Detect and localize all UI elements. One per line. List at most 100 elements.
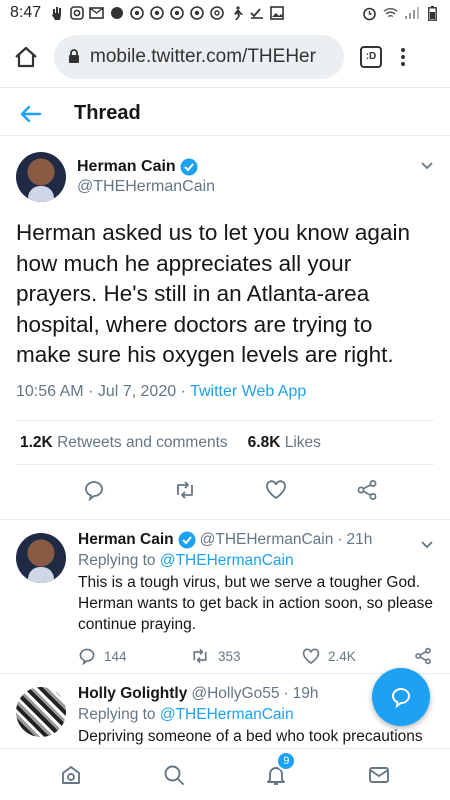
reply-text: This is a tough virus, but we serve a to…	[78, 574, 433, 633]
chevron-down-icon	[421, 162, 433, 170]
reply-button[interactable]	[82, 478, 106, 502]
like-button[interactable]	[264, 478, 288, 502]
reply-actions: 144 353 2.4K	[78, 647, 434, 665]
mail-icon	[89, 6, 104, 21]
reply-text: Depriving someone of a bed who took prec…	[78, 728, 423, 745]
home-button[interactable]	[8, 39, 44, 75]
at-icon	[209, 6, 224, 21]
battery-icon	[425, 5, 440, 21]
message-bubble-icon	[391, 687, 410, 709]
app-icon	[109, 6, 124, 21]
separator: ·	[283, 685, 289, 702]
tweet-stats: 1.2K Retweets and comments 6.8K Likes	[20, 434, 321, 452]
browser-menu-button[interactable]	[398, 47, 408, 66]
home-icon	[15, 46, 37, 67]
home-icon	[62, 765, 81, 784]
status-bar: 8:47	[0, 0, 450, 26]
tweet-author[interactable]: Herman Cain @THEHermanCain	[16, 152, 215, 202]
nav-search[interactable]	[160, 761, 188, 789]
author-handle[interactable]: @THEHermanCain	[77, 178, 215, 196]
reply-button[interactable]: 144	[78, 647, 190, 665]
image-icon	[269, 6, 284, 21]
search-icon	[164, 765, 184, 785]
name-row: Herman Cain	[77, 158, 215, 176]
nav-messages[interactable]	[365, 761, 393, 789]
retweet-button[interactable]	[173, 478, 197, 502]
tweet-meta: 10:56 AM · Jul 7, 2020 · Twitter Web App	[16, 383, 306, 401]
tweet-menu-button[interactable]	[420, 158, 434, 176]
share-button[interactable]	[355, 478, 379, 502]
lock-icon	[69, 49, 79, 63]
retweets-count: 1.2K	[20, 434, 53, 451]
hand-icon	[49, 6, 64, 21]
tweet-date[interactable]: Jul 7, 2020	[98, 383, 176, 400]
avatar[interactable]	[16, 533, 66, 583]
comment-icon	[79, 648, 95, 665]
tweet-time[interactable]: 10:56 AM	[16, 383, 84, 400]
tweet-actions	[0, 478, 450, 502]
tab-switcher-button[interactable]: :D	[360, 45, 382, 68]
replying-to-link[interactable]: @THEHermanCain	[160, 552, 294, 569]
retweets-label: Retweets and comments	[57, 434, 228, 451]
avatar[interactable]	[16, 152, 66, 202]
retweet-button[interactable]: 353	[190, 647, 302, 665]
separator: ·	[337, 531, 343, 548]
share-button[interactable]	[414, 647, 432, 665]
heart-icon	[265, 480, 286, 500]
browser-toolbar: mobile.twitter.com/THEHer :D	[0, 26, 450, 88]
status-time: 8:47	[10, 4, 42, 21]
retweets-stat[interactable]: 1.2K Retweets and comments	[20, 434, 228, 452]
separator: ·	[180, 383, 186, 400]
share-icon	[357, 480, 376, 500]
likes-label: Likes	[284, 434, 321, 451]
signal-icon	[404, 6, 419, 21]
replying-to-link[interactable]: @THEHermanCain	[160, 706, 294, 723]
nav-home[interactable]	[57, 761, 85, 789]
tweet-text: Herman asked us to let you know again ho…	[16, 220, 410, 367]
author-handle[interactable]: @HollyGo55	[191, 685, 279, 703]
dot	[401, 61, 405, 66]
address-bar[interactable]: mobile.twitter.com/THEHer	[54, 34, 344, 79]
page-title: Thread	[74, 102, 141, 124]
nav-notifications[interactable]: 9	[262, 750, 297, 789]
verified-badge-icon	[178, 531, 196, 549]
dot	[401, 54, 405, 59]
instagram-icon	[69, 6, 84, 21]
avatar[interactable]	[16, 687, 66, 737]
main-tweet: Herman Cain @THEHermanCain Herman asked …	[0, 138, 450, 520]
tweet-menu-button[interactable]	[420, 537, 434, 555]
chrome-icon	[129, 6, 144, 21]
author-names: Herman Cain @THEHermanCain	[77, 158, 215, 196]
likes-count: 6.8K	[247, 434, 281, 451]
thread-header: Thread	[0, 92, 450, 136]
heart-icon	[302, 648, 320, 664]
reply-header: Herman Cain @THEHermanCain · 21h	[78, 531, 434, 549]
author-name[interactable]: Herman Cain	[78, 531, 174, 549]
mail-icon	[368, 766, 389, 783]
like-button[interactable]: 2.4K	[302, 648, 414, 665]
reply-body: Herman Cain @THEHermanCain · 21h Replyin…	[78, 531, 434, 665]
tweet-source-app[interactable]: Twitter Web App	[190, 383, 306, 400]
comment-count: 144	[104, 648, 127, 664]
likes-stat[interactable]: 6.8K Likes	[248, 434, 321, 452]
chrome-icon	[149, 6, 164, 21]
author-handle[interactable]: @THEHermanCain	[200, 531, 334, 549]
divider	[16, 464, 434, 465]
like-count: 2.4K	[328, 648, 356, 664]
bottom-nav: 9	[0, 748, 450, 800]
system-icons	[362, 5, 440, 21]
back-arrow-icon[interactable]	[20, 105, 42, 123]
dot	[401, 47, 405, 52]
chrome-icon	[169, 6, 184, 21]
replying-prefix: Replying to	[78, 552, 156, 569]
alarm-icon	[362, 6, 377, 21]
reply-tweet[interactable]: Herman Cain @THEHermanCain · 21h Replyin…	[0, 521, 450, 674]
url-text: mobile.twitter.com/THEHer	[90, 45, 316, 67]
reply-age[interactable]: 19h	[293, 685, 319, 703]
notification-icons	[49, 5, 284, 21]
author-name[interactable]: Holly Golightly	[78, 685, 187, 703]
compose-button[interactable]	[372, 668, 430, 726]
reply-age[interactable]: 21h	[347, 531, 373, 549]
wifi-icon	[383, 6, 398, 21]
author-name[interactable]: Herman Cain	[77, 158, 176, 176]
